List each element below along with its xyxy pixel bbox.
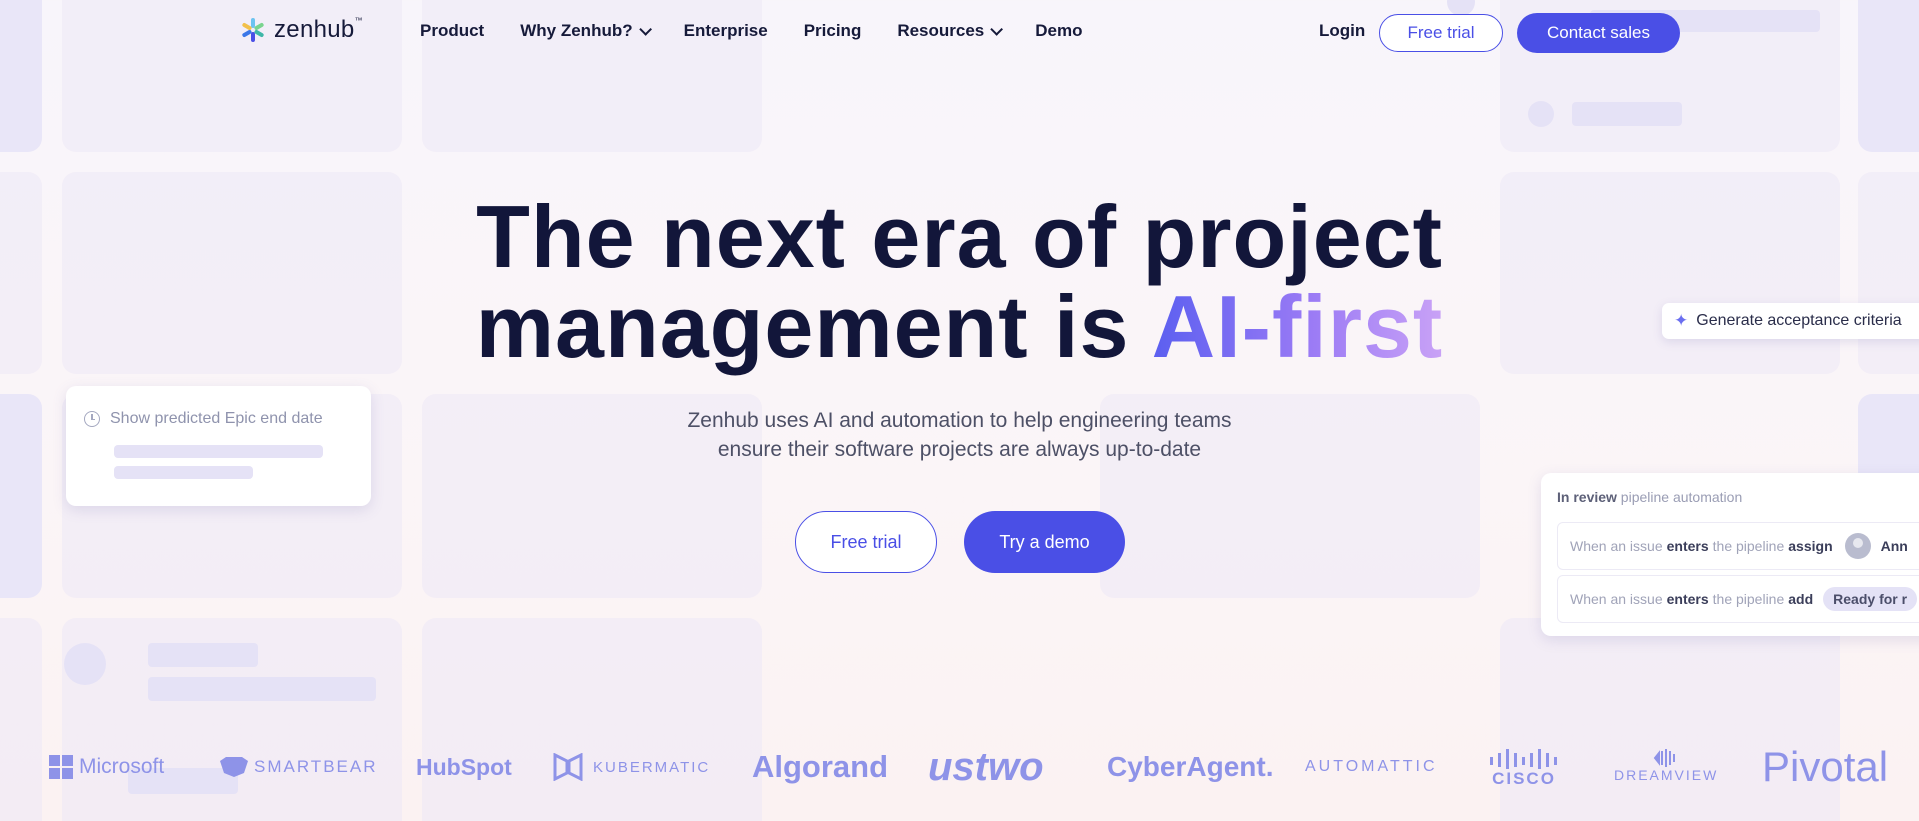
skeleton-line bbox=[114, 466, 253, 479]
top-navigation: zenhub™ Product Why Zenhub? Enterprise P… bbox=[0, 0, 1919, 64]
sparkle-icon: ✦ bbox=[1674, 311, 1689, 330]
automattic-logo: AUTOMATTIC bbox=[1305, 758, 1438, 775]
algorand-logo: Algorand bbox=[752, 749, 889, 784]
nav-label: Pricing bbox=[803, 21, 862, 40]
automation-rule-row: When an issue enters the pipeline add Re… bbox=[1557, 575, 1919, 623]
epic-card-label: Show predicted Epic end date bbox=[110, 410, 323, 427]
cisco-logo: CISCO bbox=[1490, 749, 1558, 789]
nav-label: Enterprise bbox=[683, 21, 768, 40]
hero-title-accent: AI-first bbox=[1151, 277, 1444, 376]
try-demo-button[interactable]: Try a demo bbox=[964, 511, 1125, 573]
cisco-bars-icon bbox=[1490, 749, 1557, 769]
ustwo-logo: ustwo bbox=[928, 745, 1044, 789]
smartbear-icon bbox=[220, 757, 248, 777]
epic-prediction-card: Show predicted Epic end date bbox=[66, 386, 371, 506]
hubspot-logo: HubSpot bbox=[416, 754, 512, 780]
pipeline-automation-card: In review pipeline automation When an is… bbox=[1541, 473, 1919, 636]
kubermatic-icon bbox=[553, 753, 583, 781]
nav-item-enterprise[interactable]: Enterprise bbox=[684, 21, 768, 41]
nav-label: Product bbox=[420, 21, 485, 40]
nav-links: Product Why Zenhub? Enterprise Pricing R… bbox=[420, 21, 1083, 41]
nav-item-demo[interactable]: Demo bbox=[1035, 21, 1082, 41]
automation-rule-row: When an issue enters the pipeline assign… bbox=[1557, 522, 1919, 570]
clock-icon bbox=[84, 411, 100, 427]
generate-criteria-card: ✦ Generate acceptance criteria bbox=[1662, 303, 1919, 339]
chevron-down-icon bbox=[638, 22, 652, 36]
login-link[interactable]: Login bbox=[1319, 21, 1365, 41]
customer-logos: Microsoft SMARTBEAR HubSpot KUBERMATIC A… bbox=[0, 743, 1919, 793]
hero-subtitle-line1: Zenhub uses AI and automation to help en… bbox=[687, 409, 1232, 432]
nav-label: Demo bbox=[1035, 21, 1083, 40]
kubermatic-logo: KUBERMATIC bbox=[553, 753, 710, 781]
nav-item-product[interactable]: Product bbox=[420, 21, 484, 41]
hero-cta-group: Free trial Try a demo bbox=[795, 511, 1125, 573]
dreamview-logo: DREAMVIEW bbox=[1614, 749, 1718, 783]
cyberagent-logo: CyberAgent. bbox=[1107, 751, 1274, 782]
pivotal-logo: Pivotal bbox=[1762, 743, 1889, 790]
dreamview-icon bbox=[1653, 749, 1676, 767]
microsoft-logo: Microsoft bbox=[49, 755, 164, 779]
nav-item-pricing[interactable]: Pricing bbox=[804, 21, 862, 41]
generate-card-label: Generate acceptance criteria bbox=[1696, 312, 1902, 329]
contact-sales-button[interactable]: Contact sales bbox=[1517, 13, 1680, 53]
nav-label: Resources bbox=[897, 21, 985, 40]
hero-subtitle-line2: ensure their software projects are alway… bbox=[717, 438, 1202, 461]
skeleton-line bbox=[114, 445, 323, 458]
hero-title-line1: The next era of project bbox=[476, 187, 1443, 286]
nav-item-why-zenhub[interactable]: Why Zenhub? bbox=[520, 21, 652, 41]
hero-title: The next era of project management is AI… bbox=[0, 192, 1919, 372]
zenhub-logo[interactable]: zenhub™ bbox=[240, 16, 363, 44]
nav-label: Why Zenhub? bbox=[520, 21, 633, 40]
nav-item-resources[interactable]: Resources bbox=[897, 21, 1004, 41]
hero-title-line2: management is bbox=[475, 277, 1152, 376]
zenhub-asterisk-icon bbox=[242, 18, 264, 42]
pipeline-card-heading: In review pipeline automation bbox=[1557, 489, 1743, 505]
logo-wordmark: zenhub™ bbox=[274, 16, 363, 43]
avatar bbox=[1844, 533, 1871, 559]
microsoft-icon bbox=[49, 755, 73, 779]
nav-free-trial-button[interactable]: Free trial bbox=[1379, 14, 1503, 52]
smartbear-logo: SMARTBEAR bbox=[218, 757, 378, 777]
chevron-down-icon bbox=[990, 22, 1004, 36]
hero-free-trial-button[interactable]: Free trial bbox=[795, 511, 937, 573]
status-badge: Ready for r bbox=[1823, 587, 1918, 611]
